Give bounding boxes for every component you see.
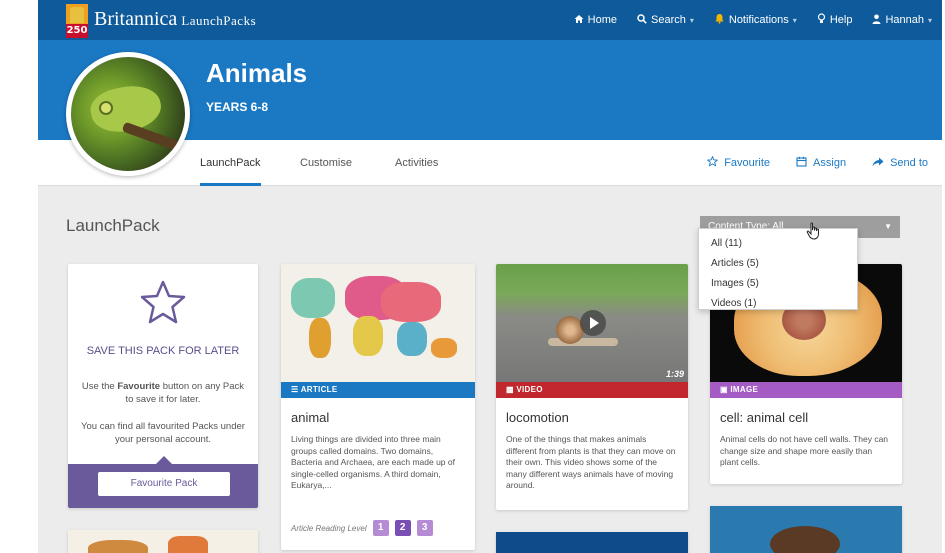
assign-label: Assign bbox=[813, 157, 847, 169]
reading-level-2[interactable]: 2 bbox=[394, 520, 411, 536]
home-icon bbox=[574, 14, 584, 27]
chevron-down-icon: ▾ bbox=[792, 15, 797, 25]
reading-level-3[interactable]: 3 bbox=[416, 520, 433, 536]
resource-card-partial-3[interactable] bbox=[710, 506, 902, 553]
app-window: 250 BritannicaLaunchPacks Home Search ▾ bbox=[38, 0, 942, 553]
article-description: Living things are divided into three mai… bbox=[291, 434, 455, 490]
nav-search-label: Search bbox=[651, 14, 686, 26]
nav-help-label: Help bbox=[829, 14, 853, 26]
tab-customise[interactable]: Customise bbox=[300, 140, 352, 186]
pack-avatar-chameleon-image bbox=[66, 52, 190, 176]
world-map-thumbnail-image bbox=[281, 264, 475, 382]
image-title: cell: animal cell bbox=[720, 410, 809, 425]
content-type-dropdown: All (11) Articles (5) Images (5) Videos … bbox=[698, 228, 858, 310]
nav-notifications-label: Notifications bbox=[728, 14, 789, 26]
dropdown-option-all[interactable]: All (11) bbox=[699, 234, 857, 254]
article-type-label: ARTICLE bbox=[300, 385, 338, 394]
britannica-thistle-logo: 250 bbox=[66, 4, 88, 38]
resource-card-article[interactable]: ☰ ARTICLE animal Living things are divid… bbox=[281, 264, 475, 550]
nav-help[interactable]: Help bbox=[817, 13, 853, 27]
star-outline-icon bbox=[138, 278, 188, 328]
save-card-instruction-pre: Use the bbox=[81, 381, 118, 392]
send-to-button[interactable]: Send to bbox=[872, 157, 928, 170]
brand-logo[interactable]: Britannica LaunchPacks bbox=[94, 8, 256, 31]
video-title: locomotion bbox=[506, 410, 569, 425]
bell-icon bbox=[714, 13, 725, 27]
pack-title: Animals bbox=[206, 58, 308, 88]
thistle-icon bbox=[70, 7, 84, 23]
calendar-icon bbox=[796, 156, 807, 170]
video-type-label: VIDEO bbox=[516, 385, 543, 394]
save-card-note: You can find all favourited Packs under … bbox=[81, 421, 245, 445]
article-reading-level: Article Reading Level 1 2 3 bbox=[291, 520, 433, 536]
nav-home-label: Home bbox=[587, 14, 617, 26]
play-icon[interactable] bbox=[580, 310, 606, 336]
share-arrow-icon bbox=[872, 157, 884, 170]
resource-card-partial-1[interactable] bbox=[68, 530, 258, 553]
save-pack-card: SAVE THIS PACK FOR LATER Use the Favouri… bbox=[68, 264, 258, 508]
nav-menu: Home Search ▾ Notifications ▾ Help Hanna… bbox=[574, 0, 932, 40]
top-nav: 250 BritannicaLaunchPacks Home Search ▾ bbox=[38, 0, 942, 40]
save-card-instruction: Use the Favourite button on any Pack to … bbox=[78, 380, 248, 406]
user-icon bbox=[872, 14, 881, 27]
resource-card-partial-2[interactable] bbox=[496, 532, 688, 553]
image-description: Animal cells do not have cell walls. The… bbox=[720, 434, 889, 467]
save-card-title: SAVE THIS PACK FOR LATER bbox=[86, 345, 240, 357]
image-type-label: IMAGE bbox=[730, 385, 759, 394]
article-type-bar: ☰ ARTICLE bbox=[281, 382, 475, 398]
favourite-pack-button[interactable]: Favourite Pack bbox=[98, 472, 230, 496]
reading-level-1[interactable]: 1 bbox=[372, 520, 389, 536]
hand-pointer-cursor-icon bbox=[806, 222, 822, 245]
dropdown-option-videos[interactable]: Videos (1) bbox=[699, 294, 857, 314]
favourite-label: Favourite bbox=[724, 157, 771, 169]
star-icon bbox=[706, 155, 719, 170]
image-type-bar: ▣ IMAGE bbox=[710, 382, 902, 398]
dropdown-option-articles[interactable]: Articles (5) bbox=[699, 254, 857, 274]
reading-level-label: Article Reading Level bbox=[291, 523, 367, 533]
search-icon bbox=[637, 13, 647, 27]
assign-button[interactable]: Assign bbox=[796, 156, 846, 170]
nav-user-label: Hannah bbox=[885, 14, 924, 26]
send-to-label: Send to bbox=[890, 157, 928, 169]
chevron-down-icon: ▾ bbox=[689, 15, 694, 25]
save-card-instruction-bold: Favourite bbox=[117, 381, 161, 392]
anniversary-badge: 250 bbox=[66, 24, 88, 38]
pack-actions: Favourite Assign Send to bbox=[706, 140, 928, 186]
screen: 250 BritannicaLaunchPacks Home Search ▾ bbox=[0, 0, 945, 553]
nav-home[interactable]: Home bbox=[574, 14, 617, 27]
video-duration: 1:39 bbox=[665, 369, 684, 379]
save-card-footer: Favourite Pack bbox=[68, 456, 258, 508]
favourite-button[interactable]: Favourite bbox=[706, 155, 771, 170]
nav-user[interactable]: Hannah ▾ bbox=[872, 14, 932, 27]
tab-activities[interactable]: Activities bbox=[395, 140, 438, 186]
article-title: animal bbox=[291, 410, 330, 425]
brand-name: Britannica bbox=[94, 8, 178, 30]
snail-video-thumbnail: 1:39 bbox=[496, 264, 688, 382]
nav-notifications[interactable]: Notifications ▾ bbox=[714, 13, 797, 27]
chevron-down-icon: ▾ bbox=[927, 15, 932, 25]
video-description: One of the things that makes animals dif… bbox=[506, 434, 676, 490]
resource-card-video[interactable]: 1:39 ▩ VIDEO locomotion One of the thing… bbox=[496, 264, 688, 510]
dropdown-option-images[interactable]: Images (5) bbox=[699, 274, 857, 294]
tab-launchpack[interactable]: LaunchPack bbox=[200, 140, 261, 186]
video-type-bar: ▩ VIDEO bbox=[496, 382, 688, 398]
brand-product: LaunchPacks bbox=[181, 13, 257, 28]
section-title: LaunchPack bbox=[66, 216, 160, 235]
pack-year-level: YEARS 6-8 bbox=[206, 100, 269, 114]
chevron-down-icon: ▼ bbox=[884, 222, 892, 231]
lightbulb-icon bbox=[817, 13, 826, 27]
nav-search[interactable]: Search ▾ bbox=[637, 13, 694, 27]
